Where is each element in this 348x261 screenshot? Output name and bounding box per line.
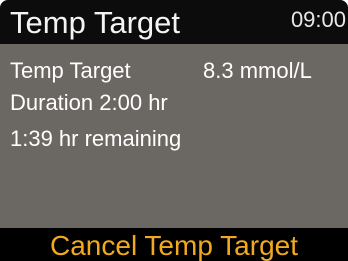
clock-time: 09:00: [290, 7, 346, 32]
title-bar: Temp Target 09:00: [0, 0, 348, 44]
temp-target-value: 8.3 mmol/L: [203, 58, 312, 83]
screen-title: Temp Target: [10, 5, 181, 40]
duration-text: Duration 2:00 hr: [10, 90, 168, 115]
cancel-temp-target-label: Cancel Temp Target: [50, 229, 298, 261]
cancel-temp-target-button[interactable]: Cancel Temp Target: [0, 228, 348, 261]
remaining-time-text: 1:39 hr remaining: [10, 126, 182, 151]
pump-screen: Temp Target 09:00 Temp Target 8.3 mmol/L…: [0, 0, 348, 261]
temp-target-details: Temp Target 8.3 mmol/L Duration 2:00 hr …: [0, 44, 348, 228]
temp-target-label: Temp Target: [10, 58, 131, 83]
